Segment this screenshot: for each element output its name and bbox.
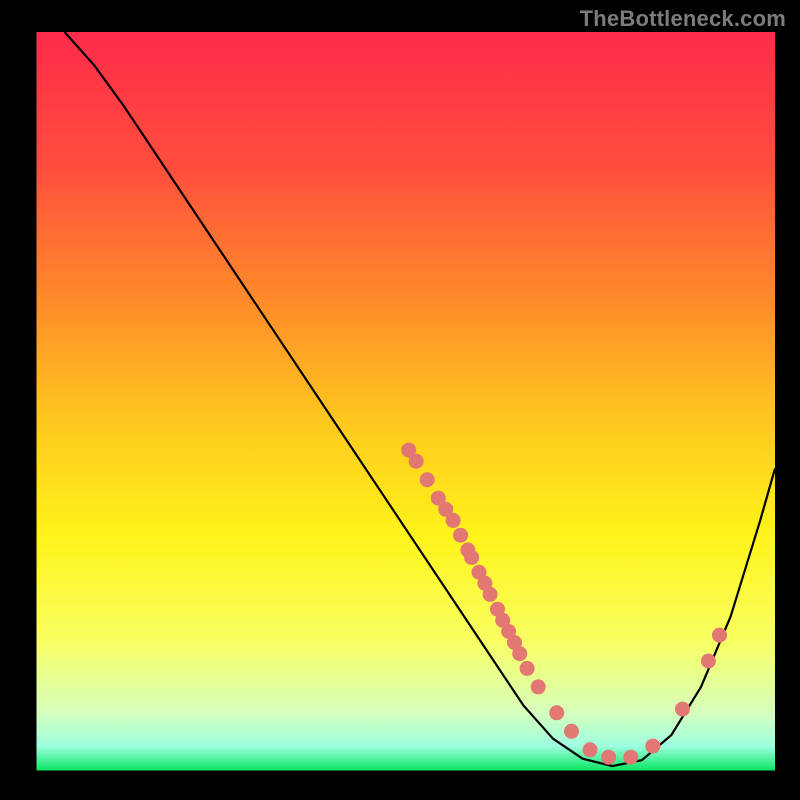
data-point [420, 472, 435, 487]
data-point [623, 750, 638, 765]
data-point [531, 679, 546, 694]
data-point [583, 742, 598, 757]
data-point [712, 628, 727, 643]
chart-canvas [0, 0, 800, 800]
data-point [512, 646, 527, 661]
data-point [483, 587, 498, 602]
data-point [446, 513, 461, 528]
data-point [564, 724, 579, 739]
data-point [675, 702, 690, 717]
plot-background [35, 32, 775, 772]
data-point [453, 528, 468, 543]
data-point [520, 661, 535, 676]
data-point [701, 654, 716, 669]
data-point [645, 739, 660, 754]
data-point [549, 705, 564, 720]
data-point [409, 454, 424, 469]
data-point [464, 550, 479, 565]
data-point [601, 750, 616, 765]
